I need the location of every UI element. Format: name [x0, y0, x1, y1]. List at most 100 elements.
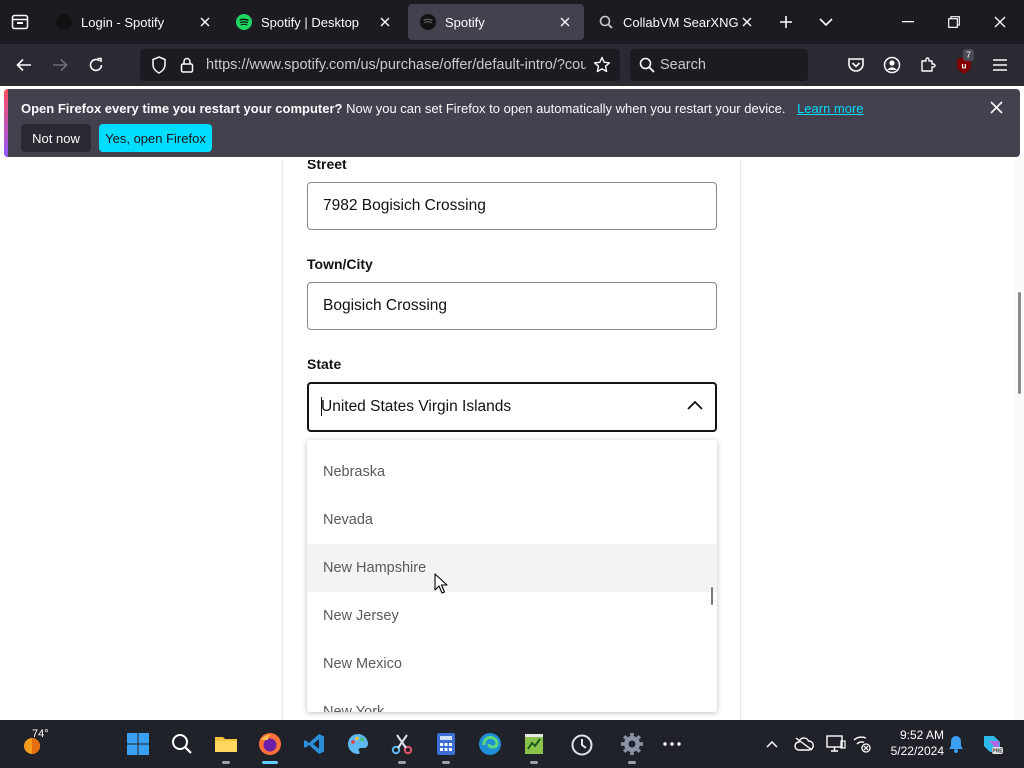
- state-select[interactable]: United States Virgin Islands: [307, 382, 717, 432]
- forward-button[interactable]: [44, 49, 76, 81]
- copilot-button[interactable]: PRE: [976, 728, 1008, 760]
- page-scrollbar-thumb[interactable]: [1018, 292, 1021, 394]
- text-caret: [321, 397, 322, 416]
- street-label: Street: [307, 160, 347, 172]
- minimize-button[interactable]: [890, 4, 926, 40]
- tray-time: 9:52 AM: [899, 728, 944, 742]
- notification-close-button[interactable]: [986, 97, 1006, 117]
- close-icon: [994, 16, 1006, 28]
- copilot-icon: PRE: [984, 736, 1003, 755]
- bookmark-star-icon[interactable]: [593, 56, 611, 74]
- firefox-view-button[interactable]: [2, 4, 38, 40]
- close-tab-icon[interactable]: [196, 13, 214, 31]
- page-scrollbar-track[interactable]: [1014, 160, 1024, 720]
- notification-title: Open Firefox every time you restart your…: [21, 101, 343, 116]
- tab-login-spotify[interactable]: Login - Spotify: [44, 4, 224, 40]
- chevron-up-icon[interactable]: [686, 399, 704, 411]
- city-label: Town/City: [307, 256, 373, 272]
- minimize-icon: [902, 21, 914, 23]
- clock-tray[interactable]: 9:52 AM 5/22/2024: [880, 728, 944, 758]
- reload-button[interactable]: [80, 49, 112, 81]
- street-input[interactable]: 7982 Bogisich Crossing: [307, 182, 717, 230]
- url-text[interactable]: https://www.spotify.com/us/purchase/offe…: [206, 57, 586, 73]
- notification-bar: Open Firefox every time you restart your…: [4, 89, 1020, 157]
- more-apps-button[interactable]: [656, 728, 688, 760]
- notepad-chart-button[interactable]: [518, 728, 550, 760]
- calculator-button[interactable]: [430, 728, 462, 760]
- svg-text:PRE: PRE: [992, 749, 1003, 755]
- extensions-button[interactable]: [912, 49, 944, 81]
- new-tab-button[interactable]: [768, 4, 804, 40]
- lock-icon[interactable]: [180, 57, 194, 73]
- tab-spotify-desktop[interactable]: Spotify | Desktop: [224, 4, 404, 40]
- search-box[interactable]: Search: [630, 49, 808, 81]
- restore-button[interactable]: [936, 4, 972, 40]
- scissors-icon: [391, 734, 413, 755]
- tab-collabvm-searxng[interactable]: CollabVM SearXNG: [586, 4, 766, 40]
- spotify-logo-dark-icon: [420, 14, 436, 30]
- close-tab-icon[interactable]: [556, 13, 574, 31]
- notification-text: Now you can set Firefox to open automati…: [346, 101, 786, 116]
- firefox-view-icon: [11, 14, 29, 30]
- state-option-new-jersey[interactable]: New Jersey: [307, 592, 717, 640]
- ublock-origin-button[interactable]: u 7: [948, 49, 980, 81]
- back-button[interactable]: [8, 49, 40, 81]
- close-tab-icon[interactable]: [376, 13, 394, 31]
- state-option-nevada[interactable]: Nevada: [307, 496, 717, 544]
- state-option-new-mexico[interactable]: New Mexico: [307, 640, 717, 688]
- bell-icon: [949, 736, 963, 753]
- notification-accent: [4, 89, 8, 157]
- close-icon: [989, 100, 1003, 114]
- spotify-favicon-dark-icon: [56, 14, 72, 30]
- state-selected-value: United States Virgin Islands: [321, 398, 512, 415]
- state-option-nebraska[interactable]: Nebraska: [307, 448, 717, 496]
- network-tray-button[interactable]: [846, 728, 878, 760]
- page-content: Street 7982 Bogisich Crossing Town/City …: [0, 160, 1024, 720]
- firefox-taskbar-button[interactable]: [254, 728, 286, 760]
- tab-title: Spotify | Desktop: [261, 14, 360, 30]
- snipping-tool-button[interactable]: [386, 728, 418, 760]
- yes-open-firefox-button[interactable]: Yes, open Firefox: [99, 124, 212, 152]
- vscode-icon: [304, 734, 324, 754]
- tracking-protection-shield-icon[interactable]: [151, 56, 167, 74]
- state-option-new-york[interactable]: New York: [307, 688, 717, 712]
- close-tab-icon[interactable]: [738, 13, 756, 31]
- list-all-tabs-button[interactable]: [808, 4, 844, 40]
- edge-taskbar-button[interactable]: [474, 728, 506, 760]
- settings-taskbar-button[interactable]: [616, 728, 648, 760]
- clock-icon: [571, 734, 593, 756]
- running-indicator: [222, 761, 230, 764]
- notifications-button[interactable]: [940, 728, 972, 760]
- dropdown-scrollbar-thumb[interactable]: [711, 587, 713, 605]
- extension-badge-count: 7: [963, 49, 975, 61]
- onedrive-button[interactable]: [788, 728, 820, 760]
- learn-more-link[interactable]: Learn more: [797, 101, 863, 116]
- app-menu-button[interactable]: [984, 49, 1016, 81]
- gear-icon: [621, 733, 643, 755]
- city-input[interactable]: Bogisich Crossing: [307, 282, 717, 330]
- spotify-logo-icon: [236, 14, 252, 30]
- clock-app-button[interactable]: [566, 728, 598, 760]
- calculator-icon: [437, 733, 455, 755]
- pocket-button[interactable]: [840, 49, 872, 81]
- file-explorer-button[interactable]: [210, 728, 242, 760]
- not-now-button[interactable]: Not now: [21, 124, 91, 152]
- close-window-button[interactable]: [982, 4, 1018, 40]
- tray-overflow-button[interactable]: [756, 728, 788, 760]
- tab-spotify[interactable]: Spotify: [408, 4, 584, 40]
- more-dots-icon: [663, 742, 681, 746]
- search-placeholder: Search: [660, 57, 706, 73]
- account-button[interactable]: [876, 49, 908, 81]
- start-button[interactable]: [122, 728, 154, 760]
- state-dropdown-list[interactable]: Nebraska Nevada New Hampshire New Jersey…: [307, 440, 717, 712]
- vscode-taskbar-button[interactable]: [298, 728, 330, 760]
- navigation-toolbar: https://www.spotify.com/us/purchase/offe…: [0, 44, 1024, 86]
- paint-app-button[interactable]: [342, 728, 374, 760]
- url-bar[interactable]: https://www.spotify.com/us/purchase/offe…: [140, 49, 620, 81]
- weather-widget[interactable]: 74°: [20, 728, 68, 760]
- taskbar-search-button[interactable]: [166, 728, 198, 760]
- restore-icon: [948, 16, 960, 28]
- puzzle-piece-icon: [921, 57, 936, 72]
- state-option-new-hampshire[interactable]: New Hampshire: [307, 544, 717, 592]
- windows-logo-icon: [127, 733, 149, 755]
